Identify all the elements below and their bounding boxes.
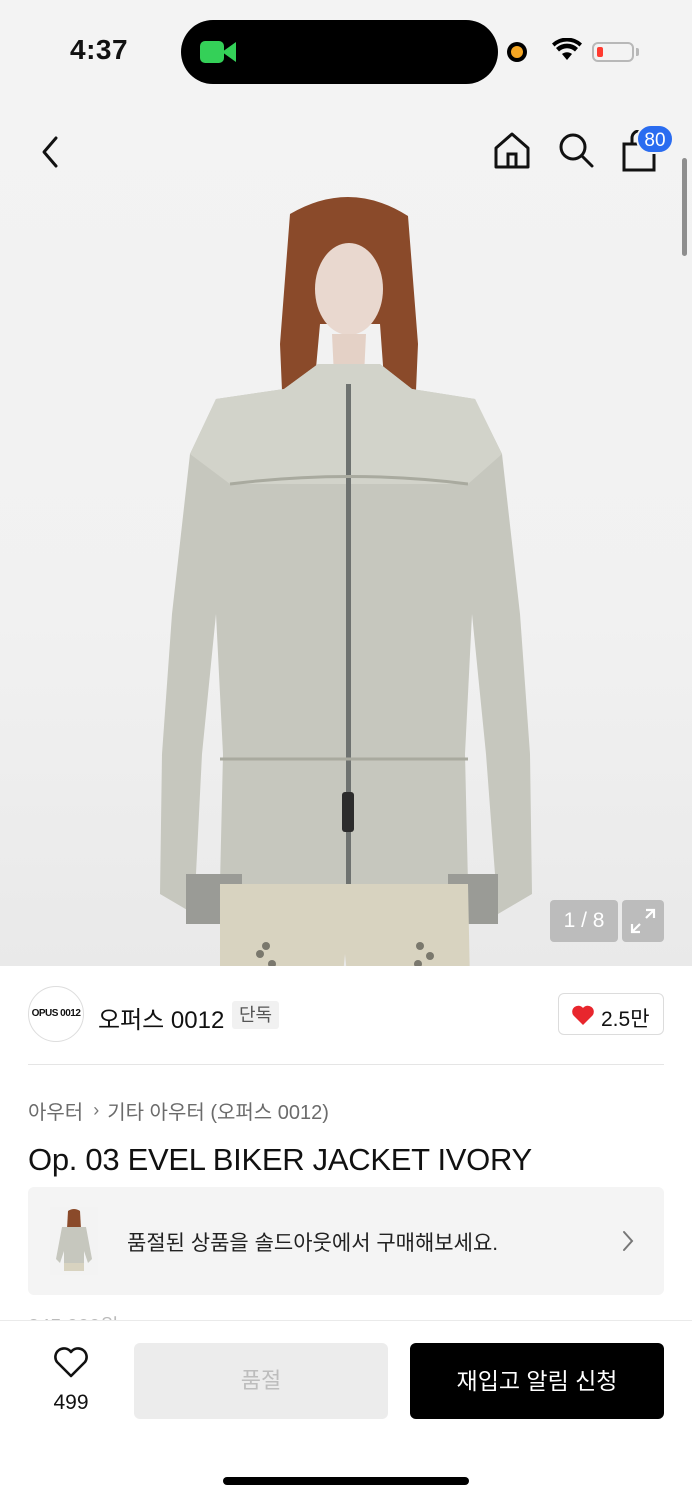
product-title: Op. 03 EVEL BIKER JACKET IVORY bbox=[28, 1142, 532, 1177]
product-photo bbox=[160, 196, 532, 966]
chevron-right-icon: › bbox=[93, 1100, 100, 1120]
search-icon[interactable] bbox=[556, 130, 596, 170]
facetime-camera-lens-icon bbox=[222, 42, 236, 62]
restock-alert-button[interactable]: 재입고 알림 신청 bbox=[410, 1343, 664, 1419]
chevron-right-icon bbox=[623, 1231, 634, 1251]
brand-like-button[interactable]: 2.5만 bbox=[558, 993, 664, 1035]
back-icon[interactable] bbox=[34, 134, 66, 170]
expand-icon[interactable] bbox=[622, 900, 664, 942]
heart-filled-icon bbox=[572, 1005, 594, 1025]
brand-logo[interactable]: OPUS 0012 bbox=[28, 986, 84, 1042]
bottom-action-bar: 499 품절 재입고 알림 신청 bbox=[0, 1320, 692, 1500]
breadcrumb: 아우터 › 기타 아우터 (오퍼스 0012) bbox=[28, 1096, 329, 1125]
soldout-banner[interactable]: 품절된 상품을 솔드아웃에서 구매해보세요. bbox=[28, 1187, 664, 1295]
wishlist-button[interactable]: 499 bbox=[40, 1347, 102, 1417]
facetime-camera-icon bbox=[200, 41, 224, 63]
brand-name[interactable]: 오퍼스 0012 bbox=[98, 1000, 224, 1035]
home-indicator[interactable] bbox=[223, 1477, 469, 1485]
status-bar: 4:37 bbox=[0, 0, 692, 104]
gallery-counter: 1 / 8 bbox=[550, 900, 618, 942]
cart-count-badge: 80 bbox=[636, 124, 674, 154]
wishlist-count: 499 bbox=[53, 1391, 89, 1414]
exclusive-badge: 단독 bbox=[232, 1001, 280, 1029]
battery-cap-icon bbox=[636, 48, 639, 56]
product-image-gallery[interactable]: 80 1 / 8 bbox=[0, 104, 692, 966]
wifi-icon bbox=[552, 38, 582, 60]
status-time: 4:37 bbox=[70, 34, 129, 65]
mic-indicator-icon bbox=[508, 43, 526, 61]
battery-icon bbox=[592, 42, 634, 62]
divider bbox=[28, 1064, 664, 1065]
breadcrumb-subcategory[interactable]: 기타 아우터 (오퍼스 0012) bbox=[107, 1096, 329, 1125]
brand-like-count: 2.5만 bbox=[601, 1008, 650, 1031]
home-icon[interactable] bbox=[492, 130, 532, 170]
heart-outline-icon bbox=[54, 1347, 88, 1378]
soldout-banner-text: 품절된 상품을 솔드아웃에서 구매해보세요. bbox=[127, 1232, 499, 1255]
product-thumbnail bbox=[50, 1207, 98, 1275]
soldout-button: 품절 bbox=[134, 1343, 388, 1419]
price-peek: 245,000원 bbox=[28, 1310, 119, 1320]
breadcrumb-category[interactable]: 아우터 bbox=[28, 1096, 83, 1125]
scrollbar[interactable] bbox=[682, 158, 687, 256]
